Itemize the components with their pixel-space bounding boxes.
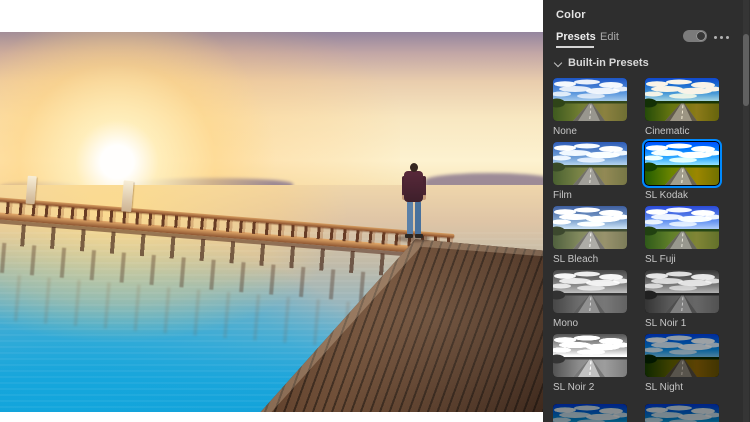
preset-thumbnail-image — [553, 206, 627, 249]
road-scene-thumbnail — [645, 142, 719, 185]
road-scene-thumbnail — [553, 206, 627, 249]
road-scene-thumbnail — [645, 334, 719, 377]
standing-person — [396, 163, 430, 243]
person-torso — [404, 171, 423, 202]
preset-thumbnail-image — [553, 404, 627, 422]
preset-thumbnail-image — [645, 78, 719, 121]
preset-tile[interactable]: SL Noir 1 — [645, 270, 719, 329]
preset-label: SL Night — [645, 382, 683, 393]
scrollbar-thumb[interactable] — [743, 34, 749, 106]
road-scene-thumbnail — [645, 78, 719, 121]
person-leg — [407, 201, 413, 235]
preset-thumbnail-image — [553, 78, 627, 121]
preset-label: None — [553, 126, 577, 137]
section-title: Built-in Presets — [568, 57, 649, 69]
preset-label: SL Fuji — [645, 254, 676, 265]
preset-thumbnail-image — [553, 270, 627, 313]
preset-tile[interactable]: Cinematic — [645, 78, 719, 137]
road-scene-thumbnail — [553, 334, 627, 377]
person-shadow — [396, 235, 430, 242]
preset-tile[interactable]: SL Bleach — [553, 206, 627, 265]
road-scene-thumbnail — [553, 78, 627, 121]
road-scene-thumbnail — [553, 142, 627, 185]
preset-tile[interactable] — [645, 404, 719, 422]
color-enabled-toggle[interactable] — [683, 30, 707, 42]
preset-tile[interactable] — [553, 404, 627, 422]
tab-presets[interactable]: Presets — [556, 31, 596, 43]
toggle-knob — [696, 31, 706, 41]
photo-preview — [0, 32, 543, 412]
road-scene-thumbnail — [645, 404, 719, 422]
preset-label: Mono — [553, 318, 579, 329]
preset-tile[interactable]: SL Fuji — [645, 206, 719, 265]
preset-grid: None Cinematic Film SL Kodak SL Bleach S… — [553, 78, 743, 422]
preset-label: Cinematic — [645, 126, 690, 137]
preset-label: SL Noir 1 — [645, 318, 687, 329]
road-scene-thumbnail — [645, 270, 719, 313]
person-leg — [415, 201, 421, 235]
preset-tile[interactable]: None — [553, 78, 627, 137]
preset-label: SL Noir 2 — [553, 382, 595, 393]
preset-tile[interactable]: Mono — [553, 270, 627, 329]
preset-tile[interactable]: SL Noir 2 — [553, 334, 627, 393]
person-foot — [405, 234, 413, 238]
preset-label: Film — [553, 190, 572, 201]
builtin-presets-header[interactable]: Built-in Presets — [554, 57, 649, 69]
preset-thumbnail-image — [645, 206, 719, 249]
active-tab-underline — [556, 46, 594, 48]
tab-edit[interactable]: Edit — [600, 31, 619, 43]
preset-thumbnail-image — [645, 270, 719, 313]
preset-tile[interactable]: SL Night — [645, 334, 719, 393]
more-options-icon[interactable] — [714, 34, 734, 40]
preset-thumbnail-image — [645, 334, 719, 377]
preset-thumbnail-image — [645, 142, 719, 185]
preset-thumbnail-image — [553, 142, 627, 185]
chevron-down-icon — [554, 59, 562, 67]
preset-label: SL Bleach — [553, 254, 599, 265]
preset-tile[interactable]: Film — [553, 142, 627, 201]
preset-tile[interactable]: SL Kodak — [645, 142, 719, 201]
person-foot — [415, 234, 423, 238]
panel-title: Color — [556, 9, 586, 21]
color-panel: Color Presets Edit Built-in Presets None… — [543, 0, 750, 422]
preset-thumbnail-image — [645, 404, 719, 422]
road-scene-thumbnail — [553, 270, 627, 313]
preset-thumbnail-image — [553, 334, 627, 377]
person-head — [410, 163, 418, 172]
road-scene-thumbnail — [553, 404, 627, 422]
road-scene-thumbnail — [645, 206, 719, 249]
preset-label: SL Kodak — [645, 190, 688, 201]
